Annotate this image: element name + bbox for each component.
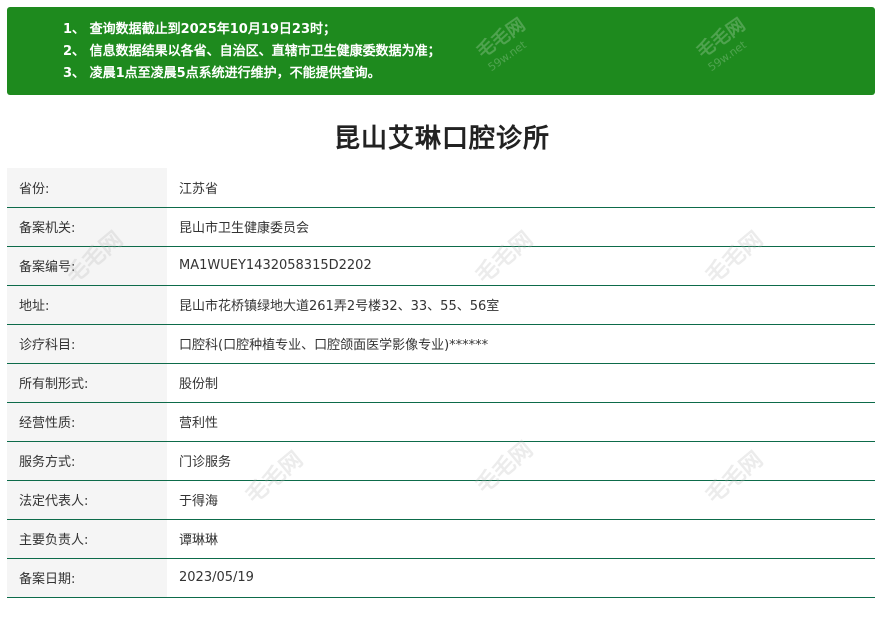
table-row: 法定代表人: 于得海	[7, 480, 875, 519]
table-row: 备案日期: 2023/05/19	[7, 558, 875, 597]
row-label-record-date: 备案日期:	[7, 558, 167, 597]
row-value-record-number: MA1WUEY1432058315D2202	[179, 258, 372, 273]
table-row: 经营性质: 营利性	[7, 402, 875, 441]
table-row: 备案机关: 昆山市卫生健康委员会	[7, 207, 875, 246]
row-value-departments: 口腔科(口腔种植专业、口腔颌面医学影像专业)******	[179, 338, 489, 353]
row-label-departments: 诊疗科目:	[7, 324, 167, 363]
row-value-province: 江苏省	[179, 181, 219, 197]
table-row: 地址: 昆山市花桥镇绿地大道261弄2号楼32、33、55、56室	[7, 285, 875, 324]
row-value-address: 昆山市花桥镇绿地大道261弄2号楼32、33、55、56室	[179, 299, 500, 314]
table-row: 备案编号: MA1WUEY1432058315D2202	[7, 246, 875, 285]
row-label-record-number: 备案编号:	[7, 246, 167, 285]
record-info-table: 省份: 江苏省 备案机关: 昆山市卫生健康委员会 备案编号: MA1WUEY14…	[7, 168, 875, 598]
row-value-record-date: 2023/05/19	[179, 570, 254, 585]
table-row: 省份: 江苏省	[7, 168, 875, 207]
row-value-principal: 谭琳琳	[179, 533, 219, 548]
row-label-province: 省份:	[7, 168, 167, 207]
row-label-authority: 备案机关:	[7, 207, 167, 246]
table-row: 所有制形式: 股份制	[7, 363, 875, 402]
row-label-ownership: 所有制形式:	[7, 363, 167, 402]
page-title: 昆山艾琳口腔诊所	[333, 124, 550, 154]
table-row: 主要负责人: 谭琳琳	[7, 519, 875, 558]
row-label-principal: 主要负责人:	[7, 519, 167, 558]
row-value-authority: 昆山市卫生健康委员会	[179, 221, 310, 236]
row-label-address: 地址:	[7, 285, 167, 324]
notice-line-3: 3、 凌晨1点至凌晨5点系统进行维护，不能提供查询。	[63, 66, 381, 81]
row-value-legal-rep: 于得海	[179, 494, 219, 509]
row-label-service-mode: 服务方式:	[7, 441, 167, 480]
row-value-service-mode: 门诊服务	[179, 455, 232, 470]
table-row: 服务方式: 门诊服务	[7, 441, 875, 480]
row-label-business-nature: 经营性质:	[7, 402, 167, 441]
notice-banner: 1、 查询数据截止到2025年10月19日23时； 2、 信息数据结果以各省、自…	[7, 7, 875, 95]
row-value-ownership: 股份制	[179, 377, 219, 392]
notice-line-1: 1、 查询数据截止到2025年10月19日23时；	[63, 22, 337, 37]
row-value-business-nature: 营利性	[179, 416, 219, 431]
notice-line-2: 2、 信息数据结果以各省、自治区、直辖市卫生健康委数据为准；	[63, 44, 441, 59]
row-label-legal-rep: 法定代表人:	[7, 480, 167, 519]
table-row: 诊疗科目: 口腔科(口腔种植专业、口腔颌面医学影像专业)******	[7, 324, 875, 363]
